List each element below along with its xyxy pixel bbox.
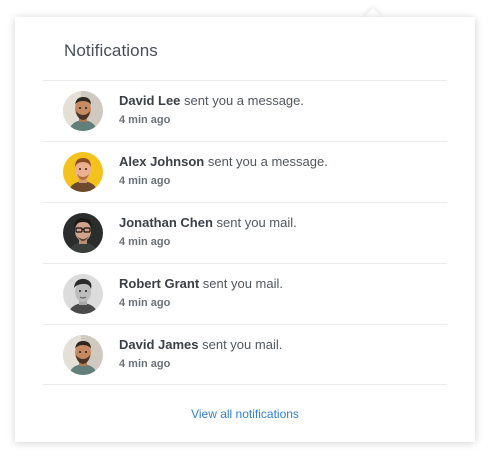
notification-time: 4 min ago [119,358,171,370]
man-yellow-bg-icon [63,152,103,192]
sender-name: David James [119,337,199,352]
man-glasses-icon [63,213,103,253]
notification-item[interactable]: Alex Johnson sent you a message. 4 min a… [43,141,447,202]
sender-name: Robert Grant [119,276,200,291]
notification-text: Jonathan Chen sent you mail. [119,215,297,230]
notification-text: Alex Johnson sent you a message. [119,154,328,169]
notification-action: sent you mail. [202,276,283,291]
avatar [63,213,103,253]
man-beard-icon [63,335,103,375]
avatar [63,335,103,375]
notification-time: 4 min ago [119,175,171,187]
view-all-notifications-link[interactable]: View all notifications [15,407,475,421]
notification-text: David James sent you mail. [119,337,282,352]
notification-list: David Lee sent you a message. 4 min ago [43,80,447,385]
dropdown-title: Notifications [64,41,158,60]
sender-name: David Lee [119,93,181,108]
sender-name: Jonathan Chen [119,215,213,230]
notifications-dropdown: Notifications David Lee sent you a messa… [15,17,475,442]
notification-text: David Lee sent you a message. [119,93,304,108]
sender-name: Alex Johnson [119,154,205,169]
notification-item[interactable]: David Lee sent you a message. 4 min ago [43,80,447,141]
avatar [63,152,103,192]
notification-item[interactable]: David James sent you mail. 4 min ago [43,324,447,385]
notification-time: 4 min ago [119,114,171,126]
caret-mask [370,34,406,48]
notification-action: sent you mail. [202,337,283,352]
notification-action: sent you a message. [184,93,305,108]
notification-time: 4 min ago [119,236,171,248]
notification-item[interactable]: Jonathan Chen sent you mail. 4 min ago [43,202,447,263]
notification-action: sent you a message. [207,154,328,169]
notification-action: sent you mail. [216,215,297,230]
notification-item[interactable]: Robert Grant sent you mail. 4 min ago [43,263,447,324]
man-beard-icon [63,91,103,131]
avatar [63,274,103,314]
man-grayscale-icon [63,274,103,314]
avatar [63,91,103,131]
notification-text: Robert Grant sent you mail. [119,276,283,291]
notification-time: 4 min ago [119,297,171,309]
